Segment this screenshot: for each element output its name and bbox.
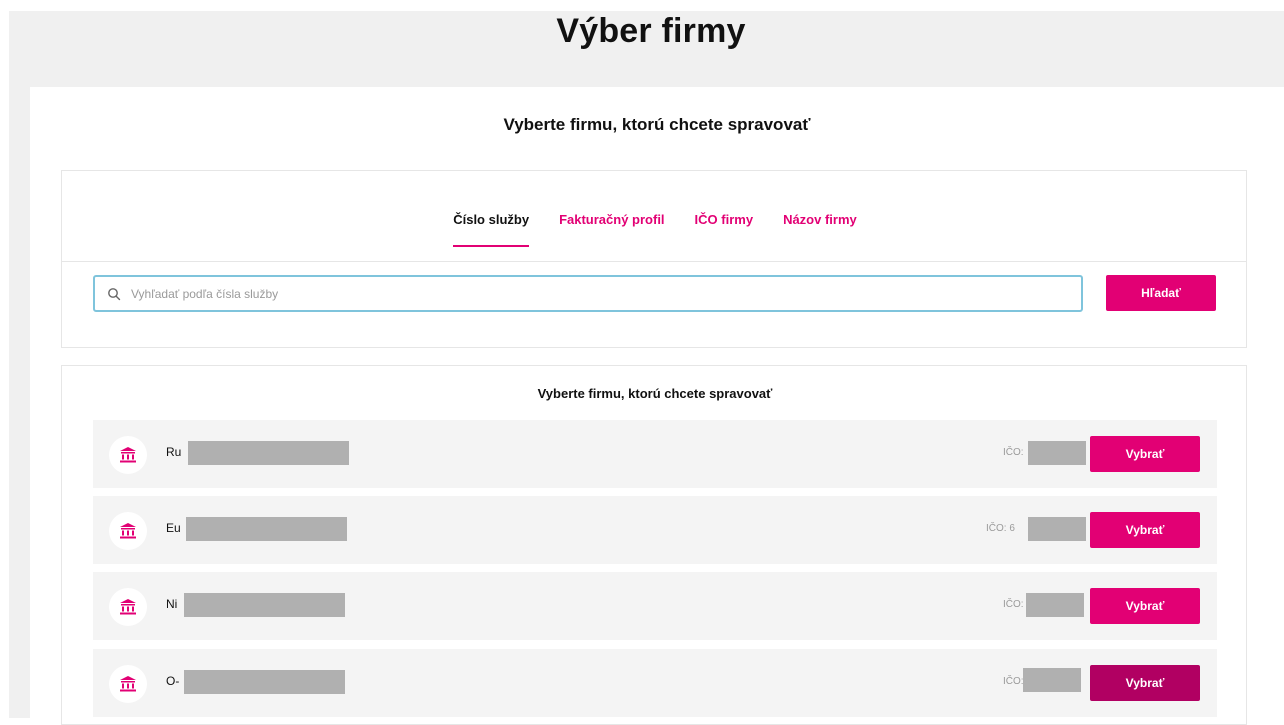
redacted-company-name <box>188 441 349 465</box>
results-panel: Vyberte firmu, ktorú chcete spravovať Ru… <box>61 365 1247 725</box>
tab-company-name[interactable]: Názov firmy <box>783 207 857 247</box>
search-icon <box>108 287 121 300</box>
redacted-ico <box>1028 441 1086 465</box>
search-tabs: Číslo služby Fakturačný profil IČO firmy… <box>62 207 1248 247</box>
select-company-button[interactable]: Vybrať <box>1090 588 1200 624</box>
search-button[interactable]: Hľadať <box>1106 275 1216 311</box>
card-subtitle: Vyberte firmu, ktorú chcete spravovať <box>503 115 811 134</box>
tab-service-number[interactable]: Číslo služby <box>453 207 529 247</box>
redacted-company-name <box>184 670 345 694</box>
tab-company-id[interactable]: IČO firmy <box>695 207 754 247</box>
tabs-divider <box>62 261 1246 262</box>
company-name: Ni <box>166 597 178 611</box>
select-company-button[interactable]: Vybrať <box>1090 512 1200 548</box>
search-panel: Číslo služby Fakturačný profil IČO firmy… <box>61 170 1247 348</box>
company-row: Ni IČO: Vybrať <box>93 572 1217 640</box>
bank-building-icon <box>109 665 147 703</box>
select-company-button[interactable]: Vybrať <box>1090 665 1200 701</box>
company-ico-label: IČO: <box>1003 676 1024 687</box>
company-row: Ru IČO: Vybrať <box>93 420 1217 488</box>
company-ico-label: IČO: 6 <box>986 523 1015 534</box>
company-row: O- IČO: Vybrať <box>93 649 1217 717</box>
search-field[interactable] <box>93 275 1083 312</box>
search-input[interactable] <box>129 285 1081 302</box>
select-company-button[interactable]: Vybrať <box>1090 436 1200 472</box>
redacted-ico <box>1028 517 1086 541</box>
tab-billing-profile[interactable]: Fakturačný profil <box>559 207 664 247</box>
company-name: Ru <box>166 445 182 459</box>
company-ico-label: IČO: <box>1003 447 1024 458</box>
company-row: Eu IČO: 6 Vybrať <box>93 496 1217 564</box>
page-title: Výber firmy <box>556 12 746 50</box>
results-title: Vyberte firmu, ktorú chcete spravovať <box>537 386 773 401</box>
redacted-ico <box>1023 668 1081 692</box>
company-ico-label: IČO: <box>1003 599 1024 610</box>
redacted-company-name <box>184 593 345 617</box>
redacted-ico <box>1026 593 1084 617</box>
redacted-company-name <box>186 517 347 541</box>
page: Výber firmy Vyberte firmu, ktorú chcete … <box>0 0 1284 725</box>
bank-building-icon <box>109 588 147 626</box>
company-name: O- <box>166 674 180 688</box>
company-name: Eu <box>166 521 181 535</box>
bank-building-icon <box>109 436 147 474</box>
company-selection-card: Vyberte firmu, ktorú chcete spravovať Čí… <box>30 87 1284 725</box>
bank-building-icon <box>109 512 147 550</box>
